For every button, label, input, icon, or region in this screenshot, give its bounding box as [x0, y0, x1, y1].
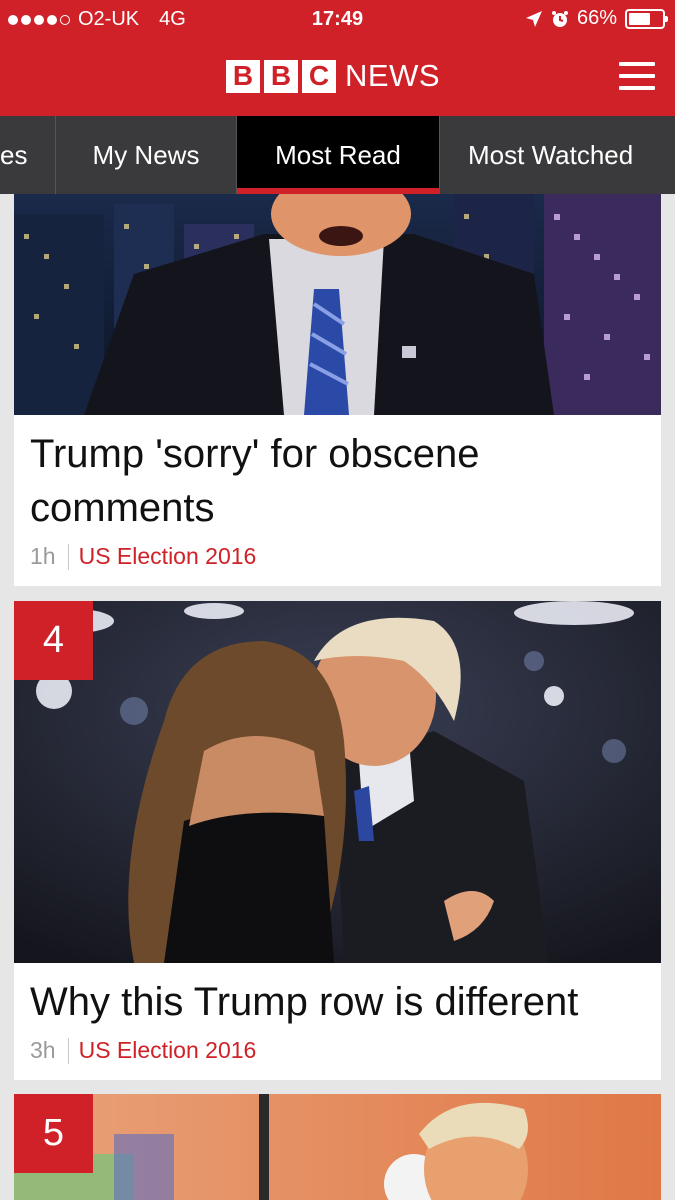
- battery-icon: [625, 8, 668, 29]
- article-photo: 5: [14, 1094, 661, 1200]
- alarm-clock-icon: [551, 10, 568, 27]
- battery-percent: 66%: [576, 7, 617, 29]
- article-age: 3h: [30, 1037, 56, 1063]
- logo-word-news: NEWS: [345, 58, 440, 93]
- tab-label: Most Read: [275, 139, 401, 170]
- meta-divider: [67, 1037, 69, 1064]
- tab-label: es: [0, 139, 28, 170]
- tab-label: Most Watched: [468, 139, 634, 170]
- article-card[interactable]: Trump 'sorry' for obscene comments 1h US…: [14, 194, 661, 586]
- article-photo: [14, 194, 661, 415]
- tab-most-read[interactable]: Most Read: [237, 116, 440, 194]
- logo-letter-c: C: [302, 59, 336, 93]
- article-image: [14, 194, 661, 415]
- tab-label: My News: [92, 139, 200, 170]
- article-card[interactable]: 5: [14, 1094, 661, 1200]
- status-bar: O2-UK 4G 17:49 66%: [0, 0, 675, 40]
- tab-most-watched[interactable]: Most Watched: [440, 116, 675, 194]
- rank-badge: 5: [14, 1094, 93, 1173]
- article-age: 1h: [30, 543, 56, 569]
- rank-badge: 4: [14, 601, 93, 680]
- article-photo: 4: [14, 601, 661, 963]
- article-topic-link[interactable]: US Election 2016: [79, 543, 257, 570]
- article-headline[interactable]: Trump 'sorry' for obscene comments: [14, 415, 661, 535]
- meta-divider: [67, 543, 69, 570]
- tab-partial[interactable]: es: [0, 116, 56, 194]
- article-meta: 1h US Election 2016: [14, 535, 661, 570]
- article-image: [14, 601, 661, 963]
- tab-my-news[interactable]: My News: [56, 116, 237, 194]
- article-headline[interactable]: Why this Trump row is different: [14, 963, 661, 1029]
- article-topic-link[interactable]: US Election 2016: [79, 1037, 257, 1064]
- location-arrow-icon: [525, 10, 542, 27]
- bbc-news-logo[interactable]: B B C NEWS: [226, 58, 440, 94]
- article-card[interactable]: 4 Why this Trump row is different 3h US …: [14, 601, 661, 1080]
- section-tabs: es My News Most Read Most Watched: [0, 116, 675, 194]
- hamburger-menu-icon[interactable]: [619, 62, 655, 90]
- logo-letter-b1: B: [226, 59, 260, 93]
- article-image: [14, 1094, 661, 1200]
- article-meta: 3h US Election 2016: [14, 1029, 661, 1064]
- app-header: O2-UK 4G 17:49 66% B B C NEWS: [0, 0, 675, 116]
- logo-letter-b2: B: [264, 59, 298, 93]
